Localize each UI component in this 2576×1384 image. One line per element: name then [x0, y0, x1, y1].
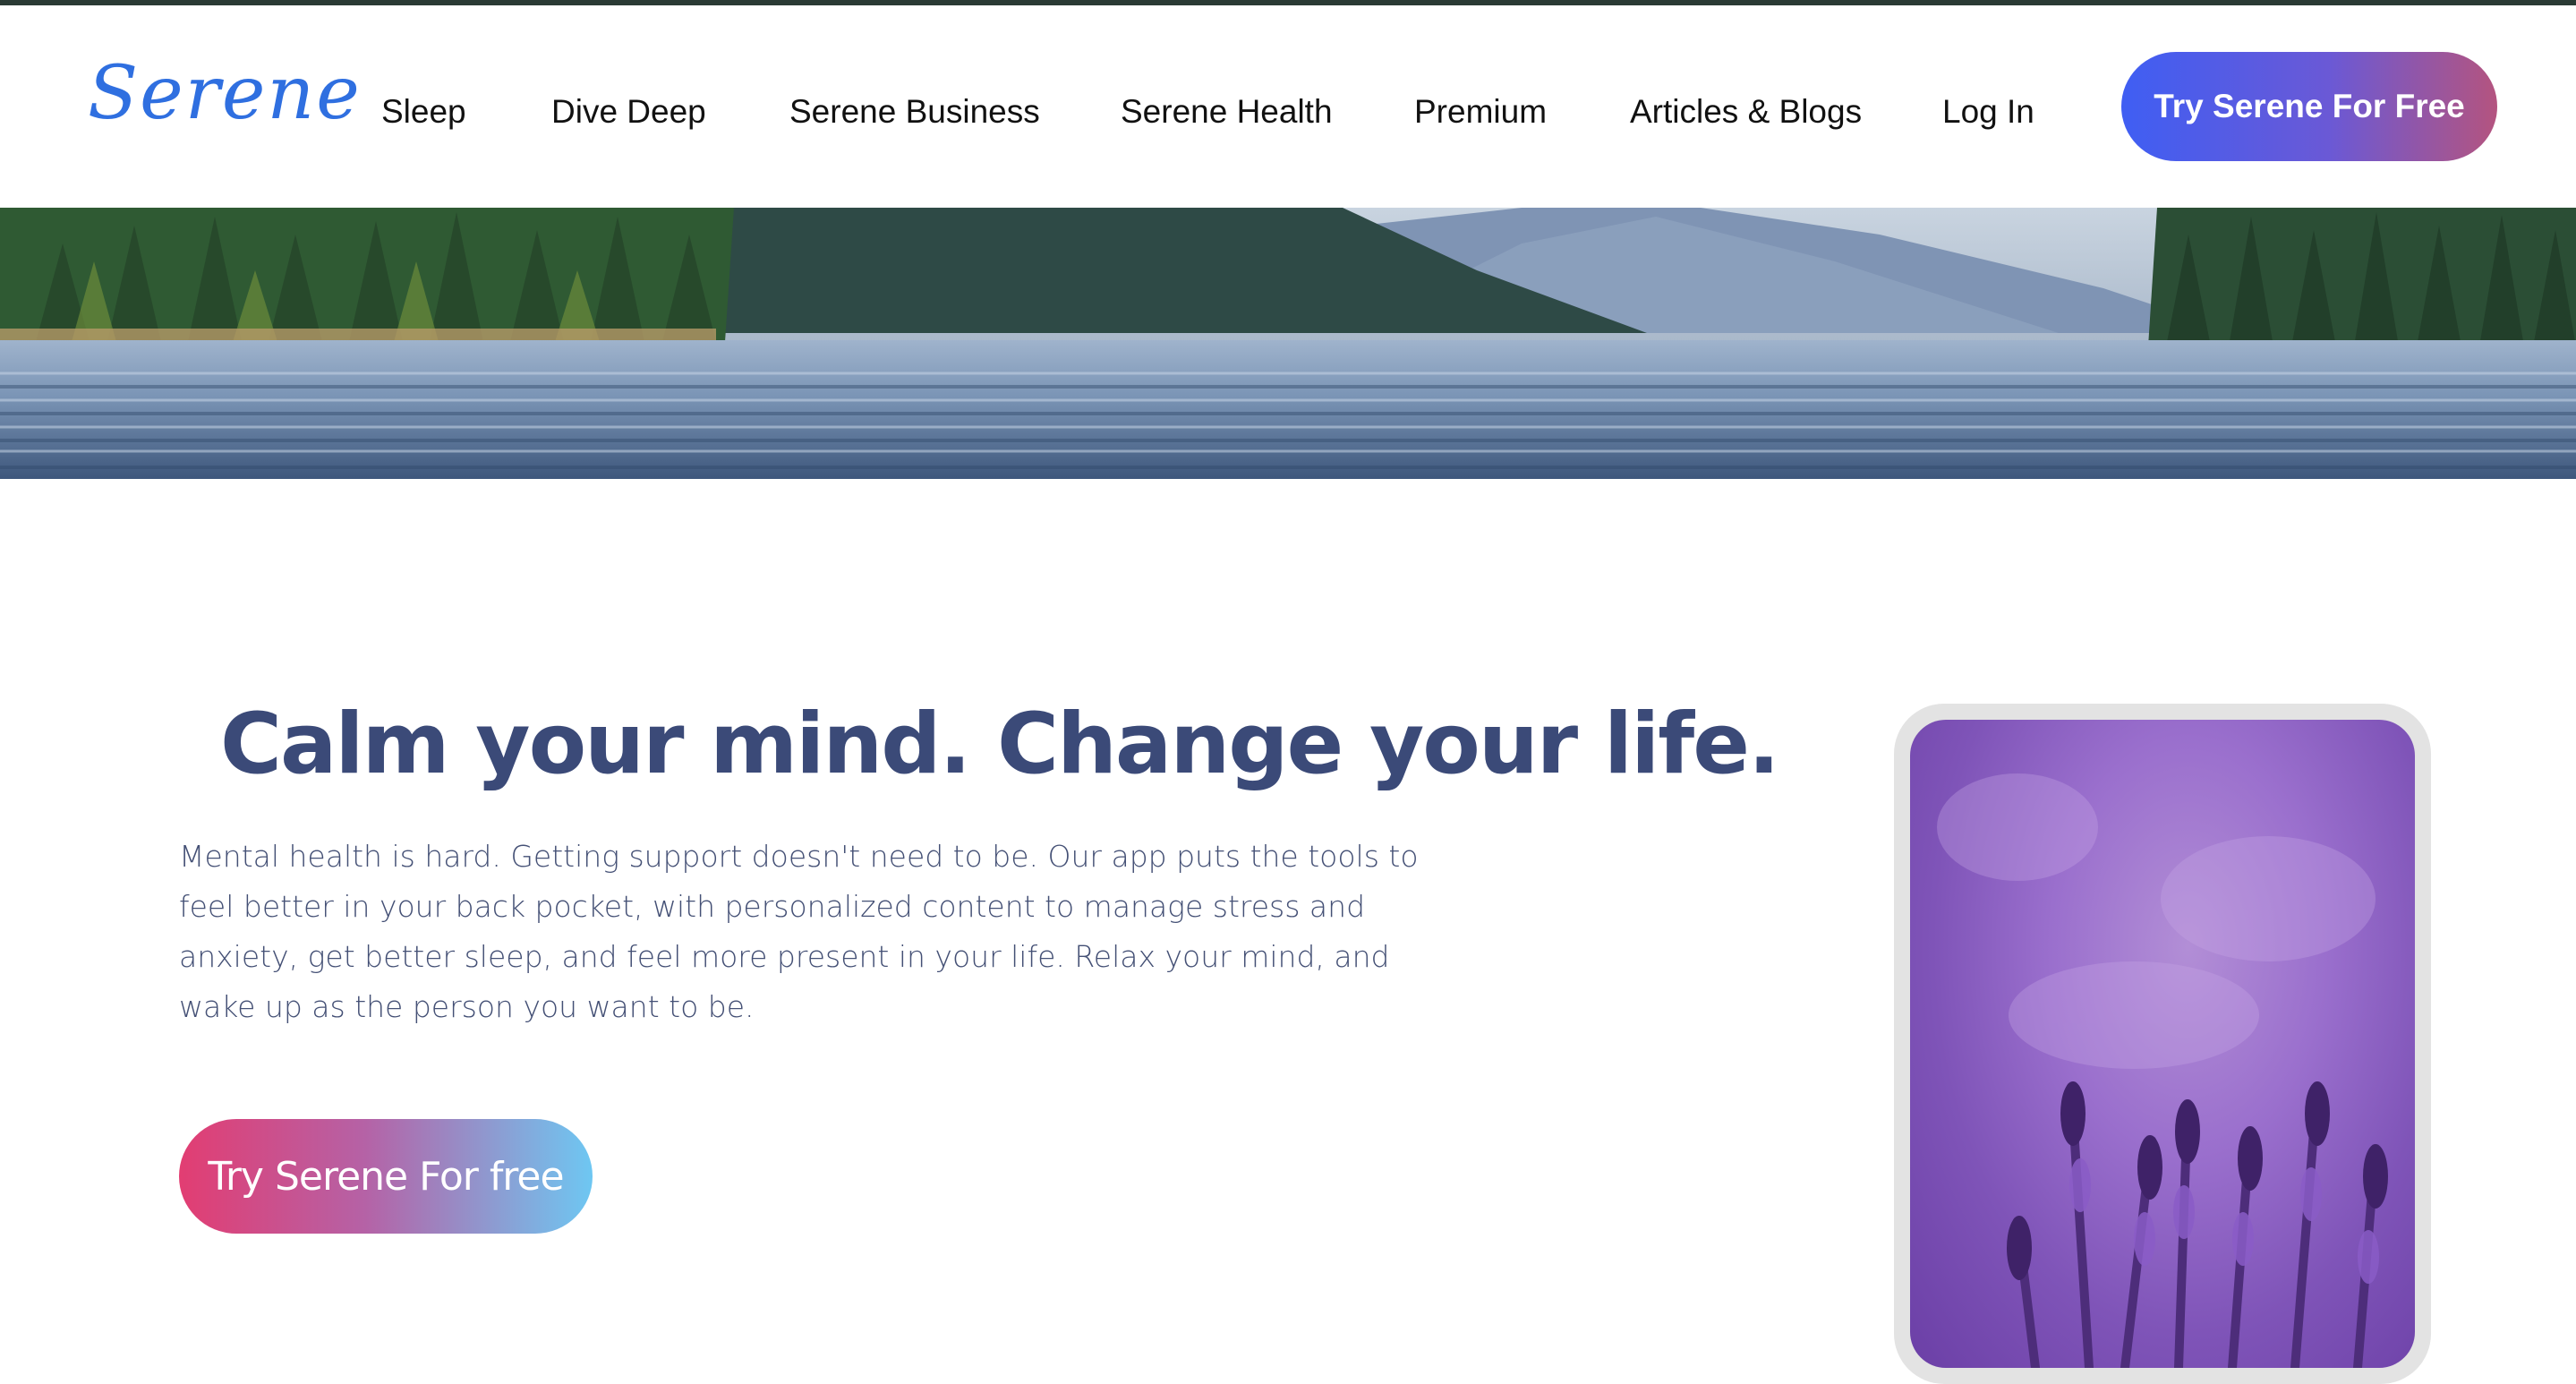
hero-headline: Calm your mind. Change your life. — [220, 695, 1780, 793]
hero-banner-image — [0, 208, 2576, 479]
hero-description: Mental health is hard. Getting support d… — [179, 839, 1419, 1024]
try-serene-main-button[interactable]: Try Serene For free — [179, 1119, 593, 1234]
nav-sleep[interactable]: Sleep — [381, 90, 466, 134]
nav-serene-health[interactable]: Serene Health — [1121, 90, 1333, 134]
nav-premium[interactable]: Premium — [1414, 90, 1547, 134]
nav-log-in[interactable]: Log In — [1942, 90, 2034, 134]
site-header: Serene Sleep Dive Deep Serene Business S… — [0, 5, 2576, 208]
phone-mockup — [1894, 704, 2431, 1384]
serene-logo[interactable]: Serene — [88, 57, 362, 131]
nav-serene-business[interactable]: Serene Business — [789, 90, 1040, 134]
nav-dive-deep[interactable]: Dive Deep — [551, 90, 706, 134]
nav-articles-blogs[interactable]: Articles & Blogs — [1630, 90, 1862, 134]
try-serene-header-button[interactable]: Try Serene For Free — [2121, 52, 2497, 161]
lavender-field-image — [1910, 720, 2415, 1368]
